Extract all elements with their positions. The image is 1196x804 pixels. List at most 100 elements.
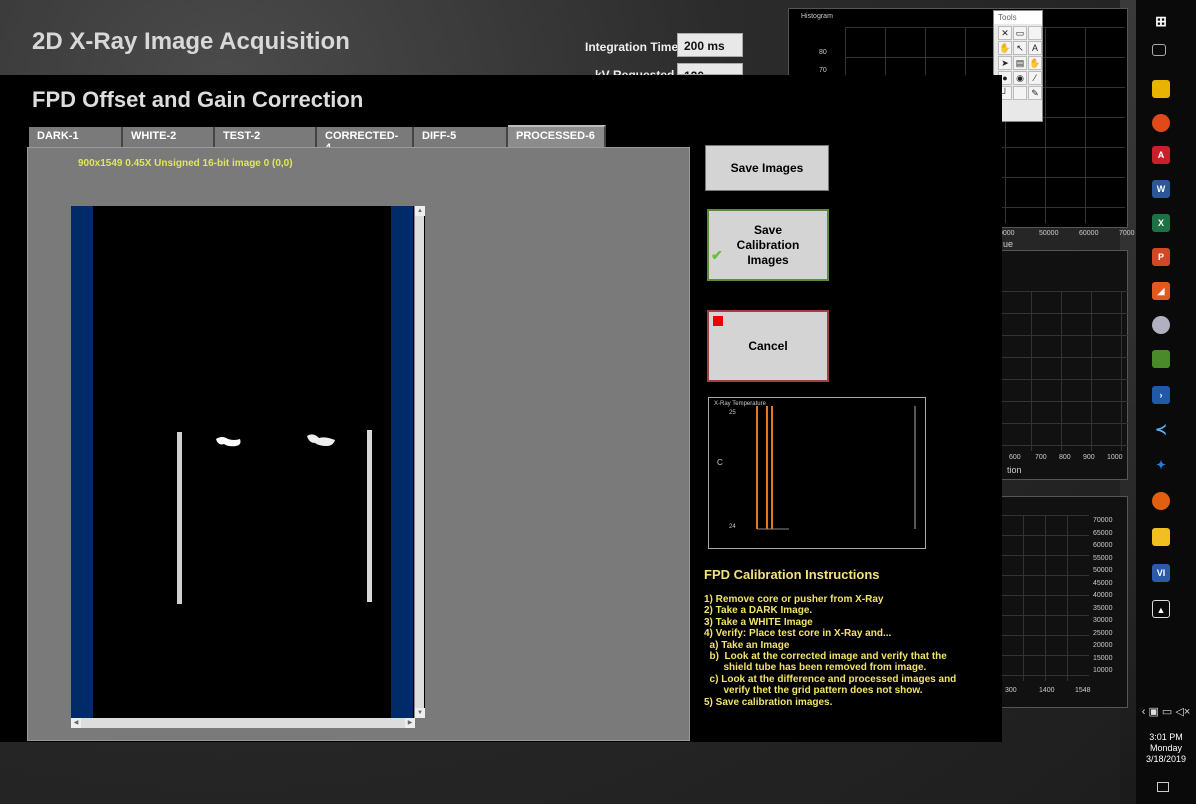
profile-y-tick: 20000 [1093, 642, 1113, 649]
instruction-line: b) Look at the corrected image and verif… [704, 651, 947, 663]
edit-text-icon[interactable]: ▭ [1013, 26, 1027, 40]
chevron-left-icon[interactable]: ‹ [1142, 706, 1146, 718]
profile-y-tick: 40000 [1093, 592, 1113, 599]
cancel-button[interactable]: Cancel [707, 310, 829, 382]
profile-y-tick: 65000 [1093, 529, 1113, 537]
matlab-icon[interactable]: ◢ [1152, 282, 1170, 300]
instruction-line: verify thet the grid pattern does not sh… [704, 685, 923, 697]
image-info: 900x1549 0.45X Unsigned 16-bit image 0 (… [78, 158, 293, 169]
profile-plot-grid [1001, 515, 1089, 681]
text-icon[interactable]: A [1028, 41, 1042, 55]
profile-x-tick: 300 [1005, 687, 1017, 694]
profile-y-tick: 70000 [1093, 517, 1113, 524]
powershell-icon[interactable]: › [1152, 386, 1170, 404]
tab-diff-5[interactable]: DIFF-5 [414, 127, 508, 147]
clock-day: Monday [1149, 743, 1183, 753]
blank-tool-icon[interactable] [1028, 26, 1042, 40]
task-view-icon[interactable] [1152, 44, 1166, 56]
brush-icon[interactable]: ✎ [1028, 86, 1042, 100]
instruction-line: 2) Take a DARK Image. [704, 605, 813, 617]
instruction-line: 5) Save calibration images. [704, 696, 833, 708]
hand-icon[interactable]: ✋ [998, 41, 1012, 55]
stop-indicator-icon [713, 316, 723, 326]
tab-test-2[interactable]: TEST-2 [215, 127, 317, 147]
profile-plot-panel: 70000 65000 60000 55000 50000 45000 40000 35000… [1000, 496, 1128, 708]
battery-icon[interactable]: ▣ [1148, 706, 1158, 718]
clock-time: 3:01 PM [1149, 732, 1183, 742]
vertical-scrollbar[interactable]: ▲ ▼ [414, 206, 425, 718]
kv-requested-field[interactable]: 120 [677, 63, 743, 75]
profile-y-tick: 60000 [1093, 542, 1113, 549]
instruction-line: 1) Remove core or pusher from X-Ray [704, 594, 884, 605]
integration-time-field[interactable]: 200 ms [677, 33, 743, 57]
integration-time-label: Integration Time [585, 40, 679, 54]
profile-y-tick: 15000 [1093, 654, 1113, 662]
instruction-line: 4) Verify: Place test core in X-Ray and.… [704, 628, 892, 640]
scroll-hand-icon[interactable]: ✋ [1028, 56, 1042, 70]
excel-icon[interactable]: X [1152, 214, 1170, 232]
horizontal-scrollbar[interactable]: ◀ ▶ [71, 718, 415, 728]
select-icon[interactable]: ➤ [998, 56, 1012, 70]
scroll-left-icon[interactable]: ◀ [71, 718, 81, 728]
secondary-x-label: tion [1007, 465, 1022, 475]
blank-tool-icon-2[interactable] [1013, 86, 1027, 100]
instructions-title: FPD Calibration Instructions [704, 567, 880, 582]
acrobat-icon[interactable]: A [1152, 146, 1170, 164]
histogram-title: Histogram [801, 13, 833, 20]
profile-y-tick: 25000 [1093, 629, 1113, 637]
labview-icon[interactable] [1152, 528, 1170, 546]
profile-y-tick: 55000 [1093, 554, 1113, 562]
xray-temperature-chart: X-Ray Temperature 25 C 24 [708, 397, 926, 549]
secondary-plot-grid [1001, 291, 1129, 451]
cursor-app-icon[interactable]: ≺ [1152, 420, 1170, 438]
scroll-up-icon[interactable]: ▲ [415, 206, 425, 216]
file-explorer-icon[interactable] [1152, 80, 1170, 98]
vi-app-icon[interactable]: VI [1152, 564, 1170, 582]
processed-image [177, 430, 372, 604]
speaker-muted-icon[interactable]: ◁× [1175, 706, 1190, 718]
profile-x-tick: 1548 [1075, 687, 1091, 694]
wiring-icon[interactable]: ▤ [1013, 56, 1027, 70]
notepad-icon[interactable] [1152, 350, 1170, 368]
wrench-icon[interactable]: ✕ [998, 26, 1012, 40]
checkmark-icon: ✔ [711, 247, 723, 263]
arrow-icon[interactable]: ↖ [1013, 41, 1027, 55]
bird-app-icon[interactable]: ✦ [1152, 456, 1170, 474]
secondary-plot-panel: 600 700 800 900 1000 tion [1000, 250, 1129, 480]
firefox-icon[interactable] [1152, 492, 1170, 510]
save-calibration-images-button[interactable]: ✔ Save Calibration Images [707, 209, 829, 281]
tab-dark-1[interactable]: DARK-1 [29, 127, 123, 147]
photos-icon[interactable]: ▲ [1152, 600, 1170, 618]
save-images-button[interactable]: Save Images [705, 145, 829, 191]
scroll-right-icon[interactable]: ▶ [405, 718, 415, 728]
image-display[interactable] [71, 206, 425, 718]
screen: 2D X-Ray Image Acquisition Integration T… [0, 0, 1196, 804]
word-icon[interactable]: W [1152, 180, 1170, 198]
fpd-dialog: FPD Offset and Gain Correction DARK-1 WH… [0, 75, 1002, 742]
taskbar-clock[interactable]: 3:01 PM Monday 3/18/2019 [1138, 732, 1194, 765]
histogram-x-tick: 50000 [1039, 230, 1059, 237]
windows-start-icon[interactable]: ⊞ [1152, 12, 1170, 30]
powerpoint-icon[interactable]: P [1152, 248, 1170, 266]
histogram-x-tick: 7000 [1119, 230, 1135, 237]
instruction-line: a) Take an Image [704, 639, 790, 651]
color-picker-icon[interactable]: ⁄ [1028, 71, 1042, 85]
histogram-y-tick: 80 [819, 49, 827, 56]
network-app-icon[interactable] [1152, 316, 1170, 334]
tab-corrected-4[interactable]: CORRECTED-4 [317, 127, 414, 154]
network-icon[interactable]: ▭ [1162, 706, 1172, 718]
scroll-down-icon[interactable]: ▼ [415, 708, 425, 718]
secondary-x-tick: 800 [1059, 454, 1071, 461]
tab-processed-6[interactable]: PROCESSED-6 [508, 125, 606, 147]
chrome-icon[interactable] [1152, 114, 1170, 132]
instruction-line: shield tube has been removed from image. [704, 662, 927, 674]
secondary-x-tick: 700 [1035, 454, 1047, 461]
image-panel: 900x1549 0.45X Unsigned 16-bit image 0 (… [27, 147, 690, 741]
notifications-icon[interactable] [1157, 782, 1169, 792]
profile-y-tick: 50000 [1093, 567, 1113, 574]
taskbar: ⊞ A W X P ◢ › ≺ ✦ VI ▲ [1136, 0, 1196, 804]
probe-icon[interactable]: ◉ [1013, 71, 1027, 85]
histogram-x-tick: 60000 [1079, 230, 1099, 237]
profile-y-tick: 10000 [1093, 667, 1113, 674]
tab-white-2[interactable]: WHITE-2 [123, 127, 215, 147]
